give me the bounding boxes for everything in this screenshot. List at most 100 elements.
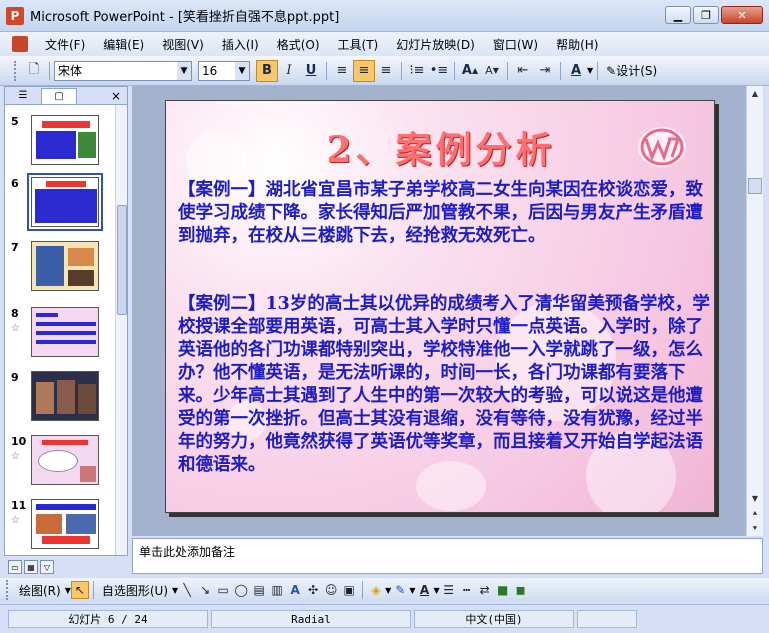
scroll-thumb[interactable] (117, 205, 127, 315)
design-icon: ✎ (606, 63, 617, 78)
autoshapes-menu[interactable]: 自选图形(U) (98, 582, 172, 599)
next-slide-icon[interactable]: ⯆ (747, 521, 763, 536)
arrow-style-icon[interactable]: ⇄ (476, 581, 494, 599)
bullet-list-icon[interactable]: •≡ (428, 60, 450, 82)
picture-icon[interactable]: ▣ (340, 581, 358, 599)
notes-placeholder: 单击此处添加备注 (139, 545, 236, 559)
line-style-icon[interactable]: ☰ (440, 581, 458, 599)
align-center-icon[interactable]: ≡ (353, 59, 375, 82)
font-color-button[interactable]: A (565, 60, 587, 82)
decrease-indent-icon[interactable]: ⇤ (512, 60, 534, 82)
slides-pane-scrollbar[interactable] (115, 105, 127, 555)
scroll-down-icon[interactable]: ▼ (747, 491, 763, 506)
wordart-icon[interactable]: A (286, 581, 304, 599)
animation-star-icon: ☆ (11, 451, 20, 462)
rectangle-icon[interactable]: ▭ (214, 581, 232, 599)
shadow-style-icon[interactable]: ■ (494, 581, 512, 599)
menu-view[interactable]: 视图(V) (153, 36, 213, 53)
previous-slide-icon[interactable]: ⯅ (747, 506, 763, 521)
bold-button[interactable]: B (256, 59, 278, 82)
case-two-text[interactable]: 【案例二】13岁的高士其以优异的成绩考入了清华留美预备学校，学校授课全部要用英语… (178, 293, 713, 477)
outline-tab[interactable]: ☰ (5, 88, 41, 104)
align-left-icon[interactable]: ≡ (331, 60, 353, 82)
normal-view-icon[interactable]: ▭ (8, 560, 22, 574)
design-button[interactable]: ✎ 设计(S) (602, 62, 661, 79)
font-size-value: 16 (202, 63, 218, 78)
new-document-icon[interactable]: 🗋 (23, 60, 45, 82)
font-size-select[interactable]: 16 ▼ (198, 60, 250, 81)
font-name-value: 宋体 (58, 64, 83, 78)
increase-indent-icon[interactable]: ⇥ (534, 60, 556, 82)
line-icon[interactable]: ╲ (178, 581, 196, 599)
vertical-textbox-icon[interactable]: ▥ (268, 581, 286, 599)
select-pointer-icon[interactable]: ↖ (70, 581, 89, 599)
slide-thumbnail-5[interactable]: 5 (11, 115, 99, 165)
design-template-name: Radial (211, 610, 411, 628)
menu-insert[interactable]: 插入(I) (213, 36, 268, 53)
textbox-icon[interactable]: ▤ (250, 581, 268, 599)
close-icon[interactable]: × (111, 89, 121, 103)
font-color-icon[interactable]: A (415, 581, 433, 599)
slide-thumbnail-11[interactable]: 11 ☆ (11, 499, 99, 549)
title-bar: P Microsoft PowerPoint - [笑看挫折自强不息ppt.pp… (0, 0, 769, 32)
menu-tools[interactable]: 工具(T) (329, 36, 388, 53)
arrow-icon[interactable]: ↘ (196, 581, 214, 599)
slide-thumbnail-8[interactable]: 8 ☆ (11, 307, 99, 357)
clipart-icon[interactable]: ☺ (322, 581, 340, 599)
document-icon[interactable] (12, 36, 28, 52)
menu-file[interactable]: 文件(F) (36, 36, 94, 53)
slide-thumbnail-9[interactable]: 9 (11, 371, 99, 421)
slides-pane: ☰ ▢ × 5 6 7 8 ☆ 9 10 ☆ 11 ☆ (4, 86, 128, 556)
thumbnail-image (27, 173, 103, 231)
menu-window[interactable]: 窗口(W) (484, 36, 547, 53)
draw-menu[interactable]: 绘图(R) (15, 582, 65, 599)
scroll-thumb[interactable] (748, 178, 762, 194)
diagram-icon[interactable]: ✣ (304, 581, 322, 599)
chevron-down-icon[interactable]: ▼ (587, 66, 593, 75)
thumbnail-image (31, 241, 99, 291)
dash-style-icon[interactable]: ┅ (458, 581, 476, 599)
slide-thumbnail-7[interactable]: 7 (11, 241, 99, 291)
drawing-toolbar: 绘图(R) ▼ ↖ 自选图形(U) ▼ ╲ ↘ ▭ ◯ ▤ ▥ A ✣ ☺ ▣ … (0, 578, 769, 602)
numbered-list-icon[interactable]: ⁝≡ (406, 60, 428, 82)
grow-font-button[interactable]: A ▲ (459, 60, 481, 82)
thumbnail-image (31, 371, 99, 421)
line-color-icon[interactable]: ✎ (391, 581, 409, 599)
slides-tab[interactable]: ▢ (41, 87, 77, 104)
view-buttons: ▭ ▦ ▽ (4, 558, 128, 576)
formatting-toolbar: 🗋 宋体 ▼ 16 ▼ B I U ≡ ≡ ≡ ⁝≡ •≡ A ▲ A ▼ ⇤ ⇥ … (0, 56, 769, 86)
chevron-down-icon[interactable]: ▼ (235, 61, 249, 80)
3d-style-icon[interactable]: ◼ (512, 581, 530, 599)
case-one-text[interactable]: 【案例一】湖北省宜昌市某子弟学校高二女生向某因在校谈恋爱，致使学习成绩下降。家长… (178, 179, 713, 248)
toolbar-grip[interactable] (6, 580, 9, 600)
scroll-up-icon[interactable]: ▲ (747, 86, 763, 101)
animation-star-icon: ☆ (11, 323, 20, 334)
chevron-down-icon[interactable]: ▼ (177, 61, 191, 80)
shrink-font-button[interactable]: A ▼ (481, 60, 503, 82)
thumbnail-image (31, 499, 99, 549)
menu-format[interactable]: 格式(O) (268, 36, 329, 53)
powerpoint-app-icon[interactable]: P (6, 6, 24, 25)
slide-thumbnail-10[interactable]: 10 ☆ (11, 435, 99, 485)
menu-help[interactable]: 帮助(H) (547, 36, 607, 53)
fill-color-icon[interactable]: ◈ (367, 581, 385, 599)
slide-title[interactable]: 2、案例分析 (311, 121, 571, 173)
notes-pane[interactable]: 单击此处添加备注 (132, 538, 763, 574)
restore-button[interactable]: ❐ (693, 6, 719, 24)
language-indicator: 中文(中国) (414, 610, 574, 628)
font-name-select[interactable]: 宋体 ▼ (54, 60, 192, 81)
menu-slideshow[interactable]: 幻灯片放映(D) (387, 36, 484, 53)
oval-icon[interactable]: ◯ (232, 581, 250, 599)
editor-vertical-scrollbar[interactable]: ▲ ▼ ⯅ ⯆ (746, 86, 763, 536)
slide-sorter-icon[interactable]: ▦ (24, 560, 38, 574)
toolbar-grip[interactable] (14, 60, 17, 81)
slideshow-icon[interactable]: ▽ (40, 560, 54, 574)
underline-button[interactable]: U (300, 60, 322, 82)
align-right-icon[interactable]: ≡ (375, 60, 397, 82)
menu-edit[interactable]: 编辑(E) (94, 36, 153, 53)
current-slide[interactable]: 2、案例分析 【案例一】湖北省宜昌市某子弟学校高二女生向某因在校谈恋爱，致使学习… (165, 100, 715, 513)
close-button[interactable]: ✕ (721, 6, 763, 24)
slide-thumbnail-6[interactable]: 6 (11, 173, 103, 231)
minimize-button[interactable]: ▁ (665, 6, 691, 24)
italic-button[interactable]: I (278, 60, 300, 82)
